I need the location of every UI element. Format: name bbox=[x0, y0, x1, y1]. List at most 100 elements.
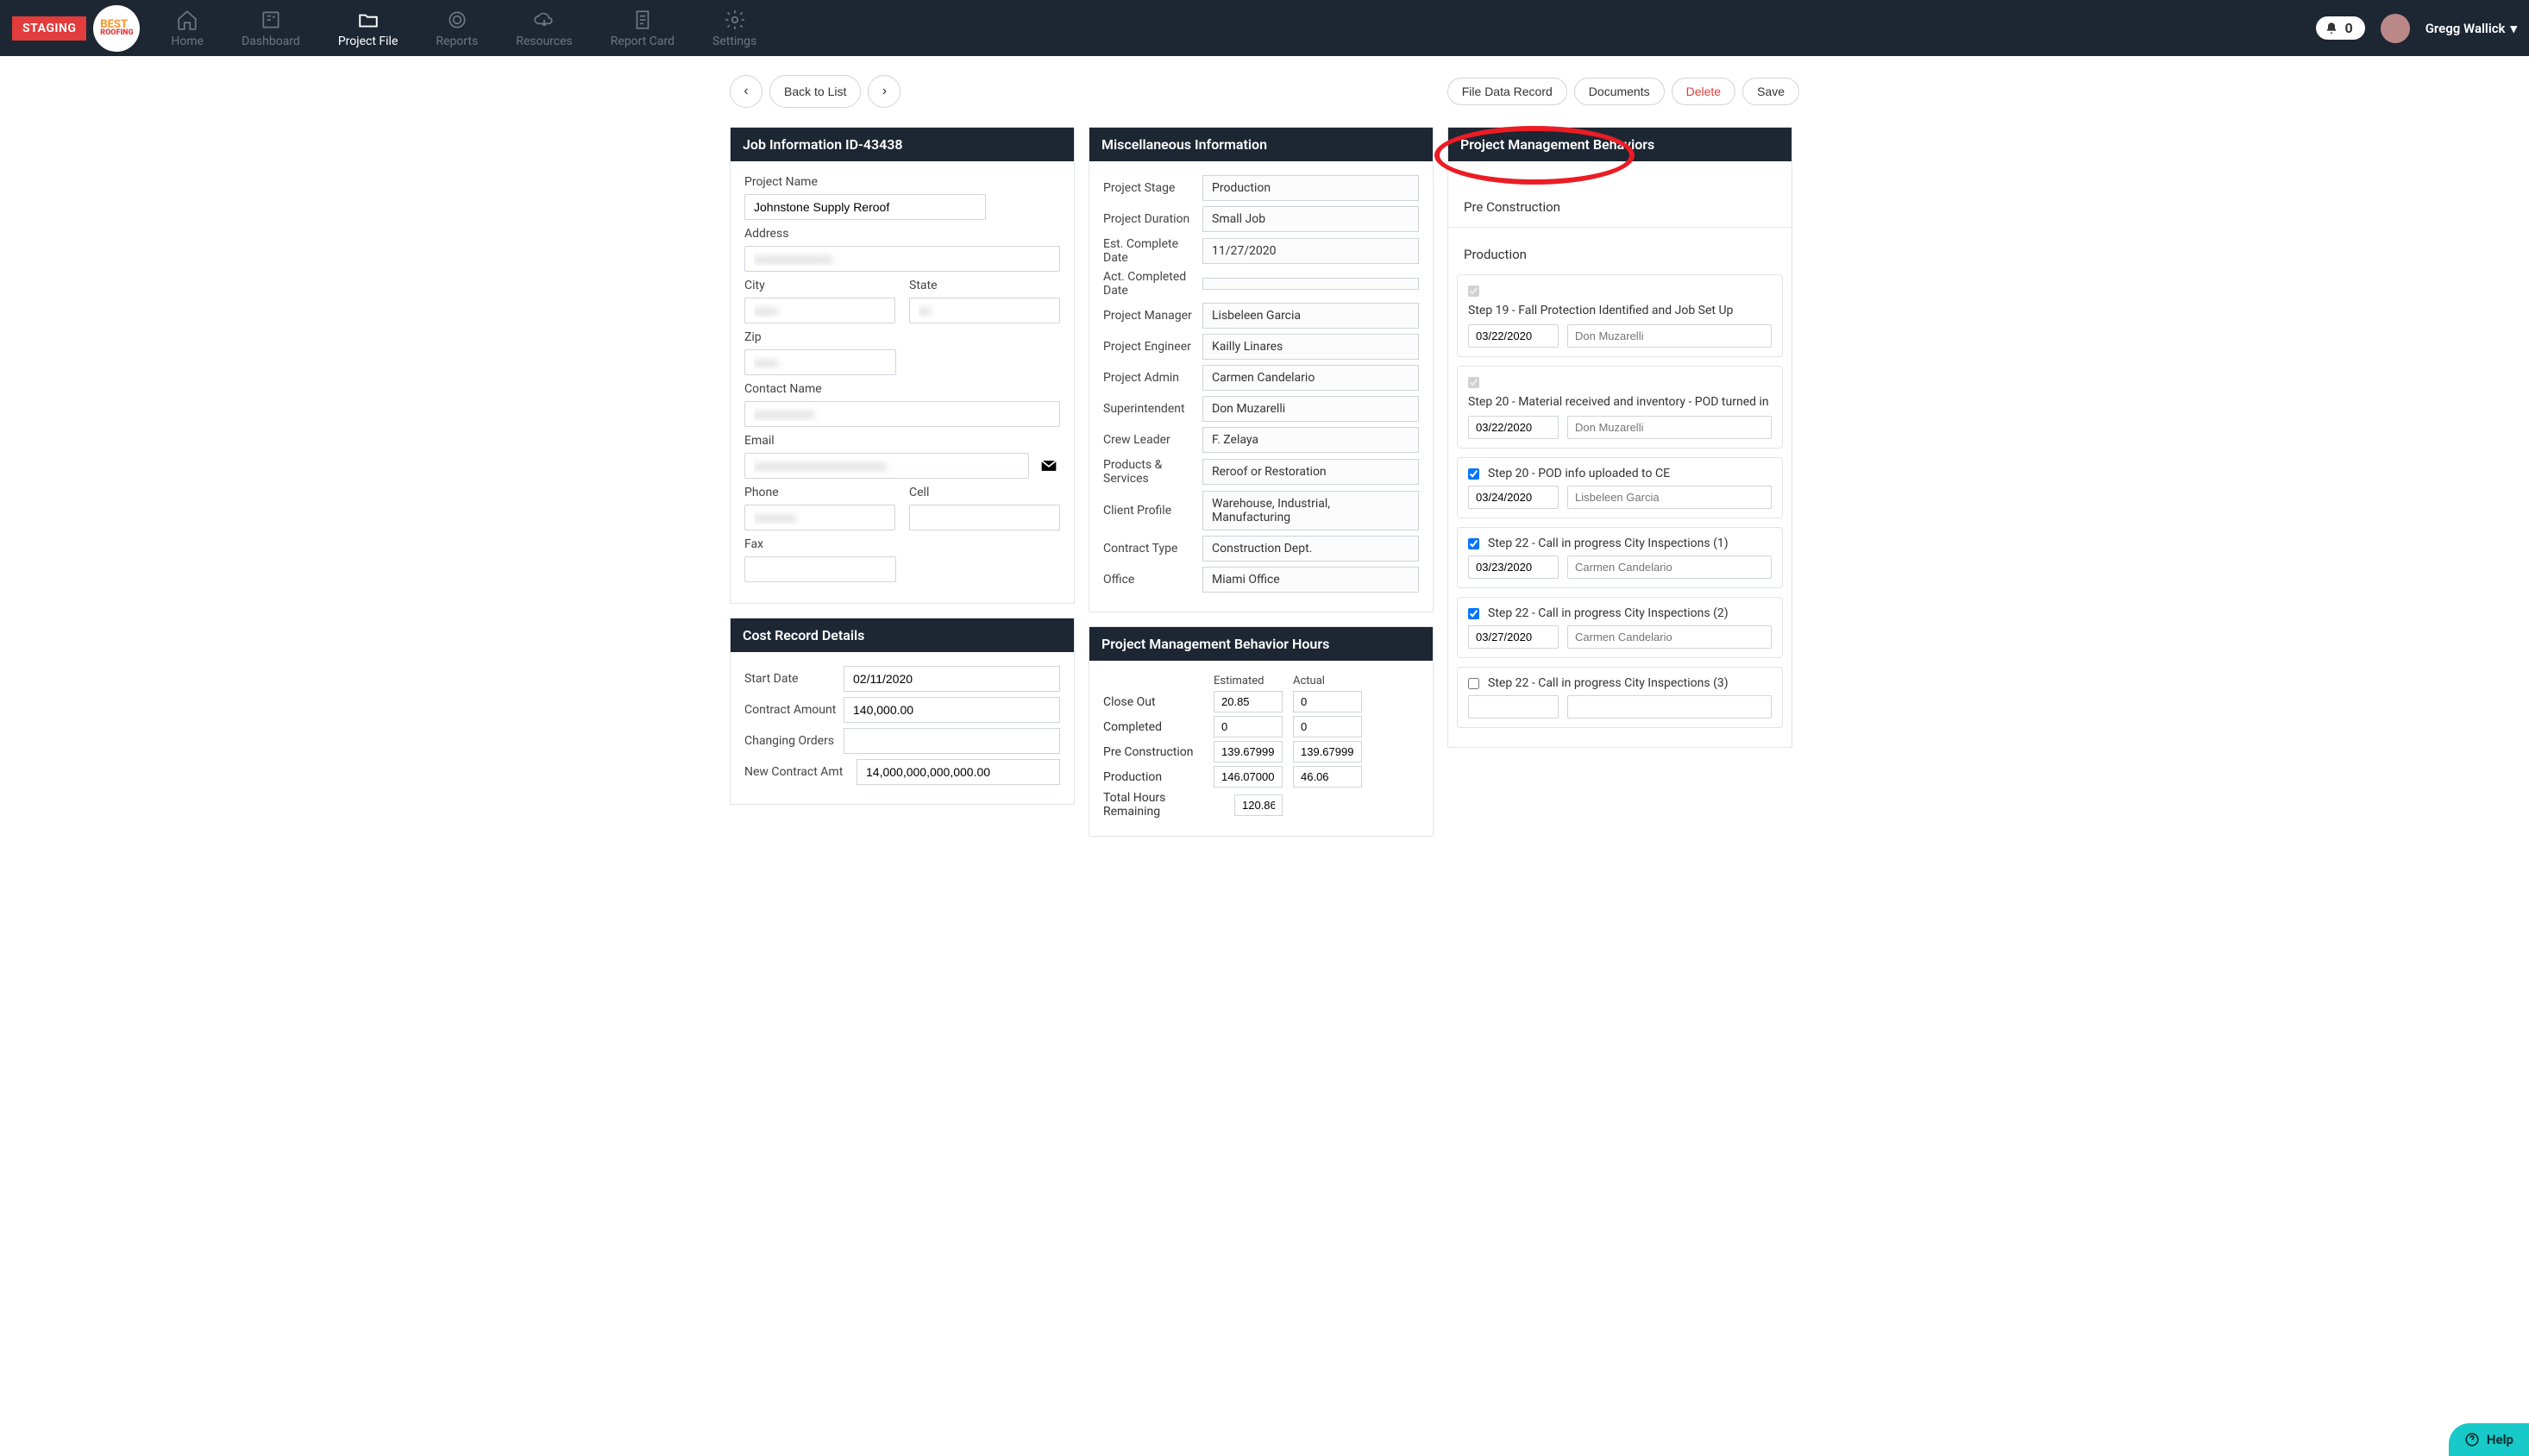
pm-step: Step 22 - Call in progress City Inspecti… bbox=[1457, 527, 1783, 588]
project-manager-value[interactable]: Lisbeleen Garcia bbox=[1202, 303, 1419, 329]
step-title: Step 22 - Call in progress City Inspecti… bbox=[1488, 537, 1729, 550]
contact-name-input[interactable] bbox=[744, 401, 1060, 427]
project-duration-label: Project Duration bbox=[1103, 212, 1202, 226]
step-title: Step 22 - Call in progress City Inspecti… bbox=[1488, 676, 1729, 690]
contract-type-value[interactable]: Construction Dept. bbox=[1202, 536, 1419, 562]
nav-dashboard[interactable]: Dashboard bbox=[224, 3, 317, 53]
precon-act[interactable] bbox=[1293, 741, 1362, 763]
products-services-value[interactable]: Reroof or Restoration bbox=[1202, 459, 1419, 485]
nav-home[interactable]: Home bbox=[154, 3, 221, 53]
office-label: Office bbox=[1103, 573, 1202, 587]
production-est[interactable] bbox=[1214, 766, 1283, 788]
step-checkbox[interactable] bbox=[1468, 468, 1479, 480]
mail-icon[interactable] bbox=[1038, 457, 1060, 474]
cell-input[interactable] bbox=[909, 505, 1060, 530]
help-widget[interactable]: Help bbox=[2449, 1423, 2529, 1456]
step-person-input[interactable] bbox=[1567, 695, 1772, 719]
client-profile-value[interactable]: Warehouse, Industrial, Manufacturing bbox=[1202, 491, 1419, 530]
project-engineer-value[interactable]: Kailly Linares bbox=[1202, 334, 1419, 360]
step-date-input[interactable] bbox=[1468, 486, 1559, 509]
completed-est[interactable] bbox=[1214, 716, 1283, 737]
cell-label: Cell bbox=[909, 486, 1060, 499]
nav-project-file[interactable]: Project File bbox=[321, 3, 416, 53]
step-checkbox[interactable] bbox=[1468, 286, 1479, 297]
help-icon bbox=[2464, 1432, 2480, 1447]
notifications-button[interactable]: 0 bbox=[2316, 16, 2365, 40]
nav-resources[interactable]: Resources bbox=[499, 3, 590, 53]
step-title: Step 20 - Material received and inventor… bbox=[1468, 395, 1772, 409]
bell-icon bbox=[2325, 22, 2338, 35]
nav-settings[interactable]: Settings bbox=[695, 3, 774, 53]
project-name-input[interactable] bbox=[744, 194, 986, 220]
pm-preconstruction-section[interactable]: Pre Construction bbox=[1448, 187, 1792, 228]
project-duration-value[interactable]: Small Job bbox=[1202, 206, 1419, 232]
state-input[interactable] bbox=[909, 298, 1060, 323]
contract-type-label: Contract Type bbox=[1103, 542, 1202, 555]
superintendent-label: Superintendent bbox=[1103, 402, 1202, 416]
zip-input[interactable] bbox=[744, 349, 896, 375]
col-actual: Actual bbox=[1293, 675, 1362, 687]
new-contract-amt-label: New Contract Amt bbox=[744, 765, 857, 779]
cost-record-card: Cost Record Details Start Date Contract … bbox=[730, 618, 1075, 805]
contract-amount-input[interactable] bbox=[844, 697, 1060, 723]
back-to-list-button[interactable]: Back to List bbox=[769, 75, 861, 108]
nav-reports[interactable]: Reports bbox=[418, 3, 495, 53]
step-date-input[interactable] bbox=[1468, 324, 1559, 348]
act-completed-date-value[interactable] bbox=[1202, 278, 1419, 290]
step-person-input[interactable] bbox=[1567, 486, 1772, 509]
step-person-input[interactable] bbox=[1567, 416, 1772, 439]
precon-est[interactable] bbox=[1214, 741, 1283, 763]
total-remaining-val[interactable] bbox=[1234, 794, 1283, 816]
user-menu[interactable]: Gregg Wallick ▾ bbox=[2425, 21, 2517, 36]
file-data-record-button[interactable]: File Data Record bbox=[1447, 78, 1567, 105]
project-admin-value[interactable]: Carmen Candelario bbox=[1202, 365, 1419, 391]
crew-leader-value[interactable]: F. Zelaya bbox=[1202, 427, 1419, 453]
step-date-input[interactable] bbox=[1468, 555, 1559, 579]
next-button[interactable]: › bbox=[868, 75, 901, 108]
start-date-input[interactable] bbox=[844, 666, 1060, 692]
client-profile-label: Client Profile bbox=[1103, 504, 1202, 518]
nav-report-card[interactable]: Report Card bbox=[593, 3, 692, 53]
close-out-est[interactable] bbox=[1214, 691, 1283, 712]
superintendent-value[interactable]: Don Muzarelli bbox=[1202, 396, 1419, 422]
close-out-act[interactable] bbox=[1293, 691, 1362, 712]
gear-icon bbox=[724, 9, 746, 31]
est-complete-date-value[interactable]: 11/27/2020 bbox=[1202, 238, 1419, 264]
step-date-input[interactable] bbox=[1468, 625, 1559, 649]
step-person-input[interactable] bbox=[1567, 324, 1772, 348]
step-title: Step 20 - POD info uploaded to CE bbox=[1488, 467, 1670, 480]
logo-bot: ROOFING bbox=[100, 29, 133, 36]
phone-input[interactable] bbox=[744, 505, 895, 530]
chevron-right-icon: › bbox=[882, 84, 887, 99]
project-stage-value[interactable]: Production bbox=[1202, 175, 1419, 201]
email-input[interactable] bbox=[744, 453, 1029, 479]
fax-input[interactable] bbox=[744, 556, 896, 582]
target-icon bbox=[446, 9, 468, 31]
folder-icon bbox=[357, 9, 380, 31]
city-input[interactable] bbox=[744, 298, 895, 323]
production-act[interactable] bbox=[1293, 766, 1362, 788]
step-checkbox[interactable] bbox=[1468, 608, 1479, 619]
pm-production-section[interactable]: Production bbox=[1448, 228, 1792, 274]
office-value[interactable]: Miami Office bbox=[1202, 567, 1419, 593]
step-date-input[interactable] bbox=[1468, 416, 1559, 439]
delete-button[interactable]: Delete bbox=[1672, 78, 1735, 105]
project-name-label: Project Name bbox=[744, 175, 1060, 189]
documents-button[interactable]: Documents bbox=[1574, 78, 1665, 105]
new-contract-amt-input[interactable] bbox=[857, 759, 1060, 785]
step-checkbox[interactable] bbox=[1468, 377, 1479, 388]
prev-button[interactable]: ‹ bbox=[730, 75, 762, 108]
completed-act[interactable] bbox=[1293, 716, 1362, 737]
avatar[interactable] bbox=[2381, 14, 2410, 43]
save-button[interactable]: Save bbox=[1742, 78, 1799, 105]
chevron-left-icon: ‹ bbox=[744, 84, 748, 99]
phone-label: Phone bbox=[744, 486, 895, 499]
step-checkbox[interactable] bbox=[1468, 678, 1479, 689]
step-person-input[interactable] bbox=[1567, 625, 1772, 649]
step-title: Step 22 - Call in progress City Inspecti… bbox=[1488, 606, 1729, 620]
address-input[interactable] bbox=[744, 246, 1060, 272]
step-person-input[interactable] bbox=[1567, 555, 1772, 579]
step-date-input[interactable] bbox=[1468, 695, 1559, 719]
changing-orders-input[interactable] bbox=[844, 728, 1060, 754]
step-checkbox[interactable] bbox=[1468, 538, 1479, 549]
